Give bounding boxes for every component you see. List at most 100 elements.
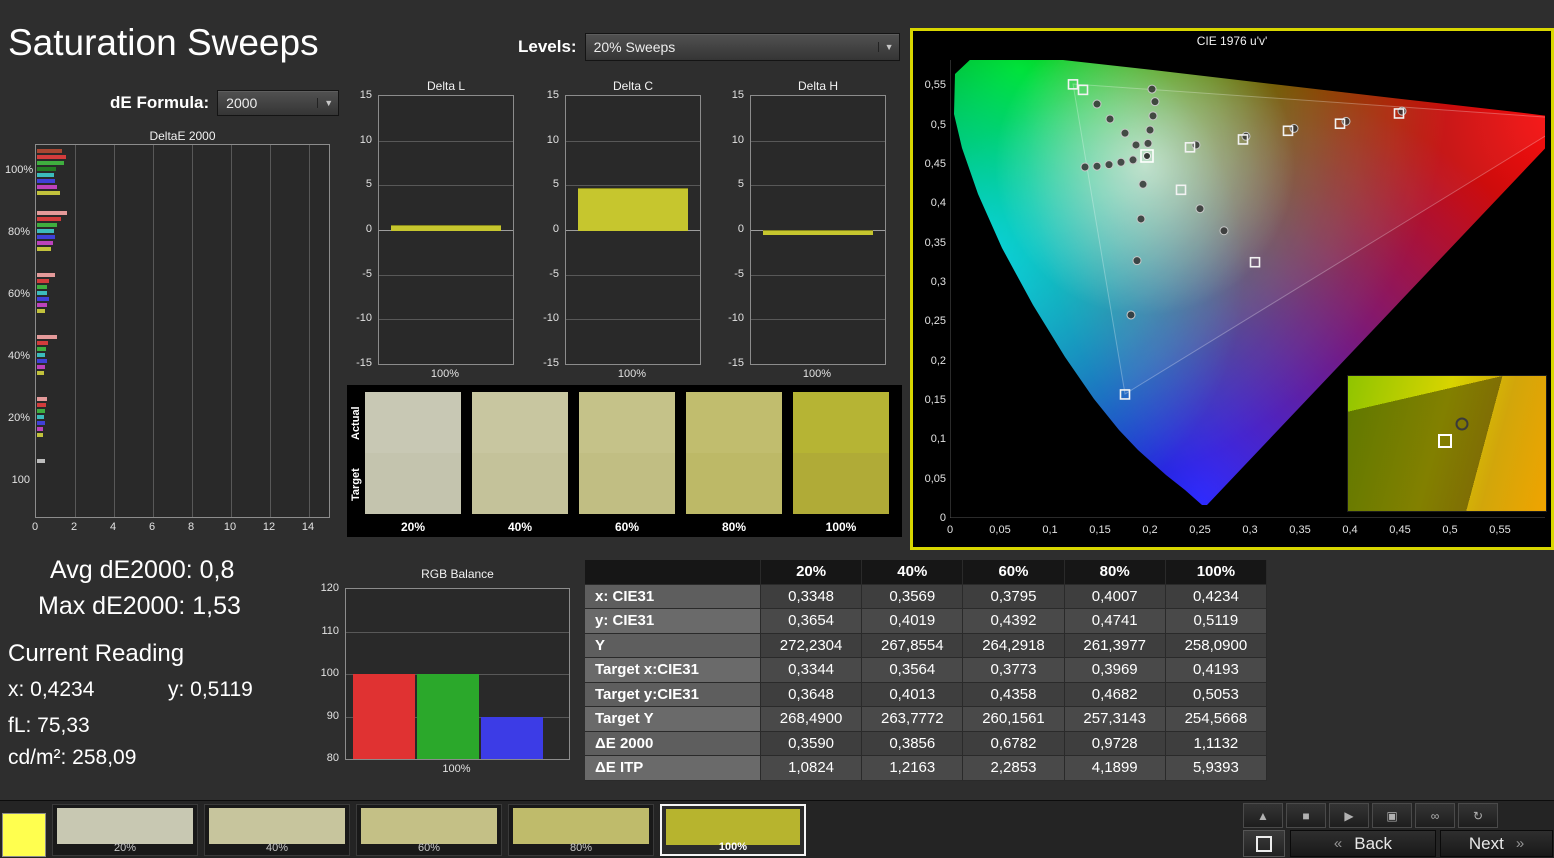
y-axis-tick-label: -10 xyxy=(543,312,559,325)
table-header-cell: 40% xyxy=(862,560,964,585)
table-cell: 0,5119 xyxy=(1165,609,1267,634)
grid-line xyxy=(153,145,154,517)
cie-chart[interactable]: CIE 1976 u'v' 0,55 0,5 0,45 0,4 0,35 0,3… xyxy=(910,28,1554,550)
table-row: ΔE 2000 0,3590 0,3856 0,6782 0,9728 1,1132 xyxy=(585,731,1267,756)
table-cell: 0,3344 xyxy=(761,658,863,683)
table-cell: 264,2918 xyxy=(963,633,1065,658)
record-button[interactable]: ▣ xyxy=(1372,803,1412,828)
rgb-balance-chart[interactable]: RGB Balance 120 110 100 90 80 100% xyxy=(315,566,575,780)
y-axis-group-label: 100 xyxy=(11,473,30,486)
sweep-swatch-button[interactable]: 80% xyxy=(508,804,654,856)
de-bar xyxy=(37,297,49,301)
x-axis-tick-label: 0,25 xyxy=(1189,524,1211,536)
y-axis-tick-label: 0,4 xyxy=(930,197,946,210)
deltae2000-plot xyxy=(35,144,330,518)
x-axis-tick-label: 0,05 xyxy=(989,524,1011,536)
stop-button[interactable]: ■ xyxy=(1286,803,1326,828)
avg-de2000-value: Avg dE2000: 0,8 xyxy=(50,556,235,584)
next-button[interactable]: Next » xyxy=(1440,830,1553,857)
table-cell: 0,3969 xyxy=(1064,658,1166,683)
eject-button[interactable]: ▲ xyxy=(1243,803,1283,828)
actual-swatch xyxy=(579,392,675,453)
measurement-point xyxy=(1116,157,1126,167)
measurement-point xyxy=(1148,111,1158,121)
play-button[interactable]: ▶ xyxy=(1329,803,1369,828)
de-bar xyxy=(37,185,58,189)
chart-title: DeltaE 2000 xyxy=(149,129,216,143)
de-bar xyxy=(37,211,67,215)
levels-label: Levels: xyxy=(518,37,577,56)
back-button[interactable]: « Back xyxy=(1290,830,1436,857)
de-bar xyxy=(37,415,44,419)
de-bar xyxy=(37,427,43,431)
refresh-button[interactable]: ↻ xyxy=(1458,803,1498,828)
chevron-down-icon: ▼ xyxy=(877,42,894,52)
stop-icon xyxy=(1256,835,1272,852)
y-axis-tick-label: -5 xyxy=(362,267,372,280)
x-axis-tick-label: 2 xyxy=(70,521,78,533)
y-axis-group-label: 60% xyxy=(7,287,30,300)
table-cell: 0,3564 xyxy=(862,658,964,683)
measurement-point xyxy=(1080,162,1090,172)
de-bar xyxy=(37,247,51,251)
red-bar xyxy=(353,674,415,759)
stop-large-button[interactable] xyxy=(1243,830,1285,857)
target-swatch xyxy=(472,453,568,514)
y-axis-tick-label: -5 xyxy=(734,267,744,280)
delta-c-chart[interactable]: Delta C 15 10 5 0 -5 -10 -15 100% xyxy=(535,78,711,382)
swatch-label: 100% xyxy=(825,520,857,534)
y-axis-tick-label: 0,05 xyxy=(924,472,946,485)
de-bar xyxy=(37,291,47,295)
table-cell: 1,1132 xyxy=(1165,731,1267,756)
x-axis-tick-label: 4 xyxy=(109,521,117,533)
x-axis-tick-label: 0 xyxy=(31,521,39,533)
sweep-swatch-button[interactable]: 60% xyxy=(356,804,502,856)
table-cell: 0,3648 xyxy=(761,682,863,707)
swatch-label: 20% xyxy=(113,842,137,854)
table-cell: 5,9393 xyxy=(1165,756,1267,781)
table-cell: 261,3977 xyxy=(1064,633,1166,658)
de-formula-select[interactable]: 2000 ▼ xyxy=(217,90,340,116)
y-axis-group-label: 80% xyxy=(7,225,30,238)
grid-line xyxy=(379,185,513,187)
delta-l-plot xyxy=(378,95,514,365)
measurement-point xyxy=(1105,114,1115,124)
next-button-label: Next xyxy=(1468,833,1504,853)
y-axis-tick-label: 0 xyxy=(939,512,946,524)
actual-row-label: Actual xyxy=(350,406,362,440)
table-row: Target y:CIE31 0,3648 0,4013 0,4358 0,4682 0,… xyxy=(585,682,1267,707)
deltae2000-chart[interactable]: DeltaE 2000 0 2 4 6 8 10 12 14 100% 80% 60% 40% 20% 1… xyxy=(5,128,340,542)
delta-h-chart[interactable]: Delta H 15 10 5 0 -5 -10 -15 100% xyxy=(720,78,896,382)
measurement-point xyxy=(1219,226,1229,236)
x-axis-tick-label: 0,4 xyxy=(1342,524,1358,536)
table-cell: 0,4007 xyxy=(1064,584,1166,609)
table-cell: 267,8554 xyxy=(862,633,964,658)
y-axis-tick-label: 80 xyxy=(326,752,339,764)
de-bar xyxy=(37,403,46,407)
sweep-swatch-button[interactable]: 20% xyxy=(52,804,198,856)
swatch-chip xyxy=(57,808,193,844)
chart-title: Delta C xyxy=(612,79,653,93)
de-bar xyxy=(37,459,45,463)
loop-button[interactable]: ∞ xyxy=(1415,803,1455,828)
grid-line xyxy=(379,140,513,142)
table-cell: 0,4741 xyxy=(1064,609,1166,634)
y-axis-tick-label: 100 xyxy=(320,667,339,679)
y-axis-tick-label: -5 xyxy=(549,267,559,280)
x-axis-tick-label: 0 xyxy=(946,524,954,536)
current-fl-value: fL: 75,33 xyxy=(8,714,90,737)
measurement-point xyxy=(1120,128,1130,138)
table-cell: 1,0824 xyxy=(761,756,863,781)
y-axis-tick-label: 5 xyxy=(552,178,559,191)
table-cell: 263,7772 xyxy=(862,707,964,732)
de-bar xyxy=(37,155,67,159)
de-bar xyxy=(37,353,45,357)
sweep-swatch-button[interactable]: 100% xyxy=(660,804,806,856)
measurement-point xyxy=(1132,256,1142,266)
levels-select[interactable]: 20% Sweeps ▼ xyxy=(584,33,900,61)
de-formula-label: dE Formula: xyxy=(110,93,210,112)
measurement-point xyxy=(1092,161,1102,171)
swatch-chip xyxy=(361,808,497,844)
delta-l-chart[interactable]: Delta L 15 10 5 0 -5 -10 -15 100% xyxy=(348,78,524,382)
sweep-swatch-button[interactable]: 40% xyxy=(204,804,350,856)
